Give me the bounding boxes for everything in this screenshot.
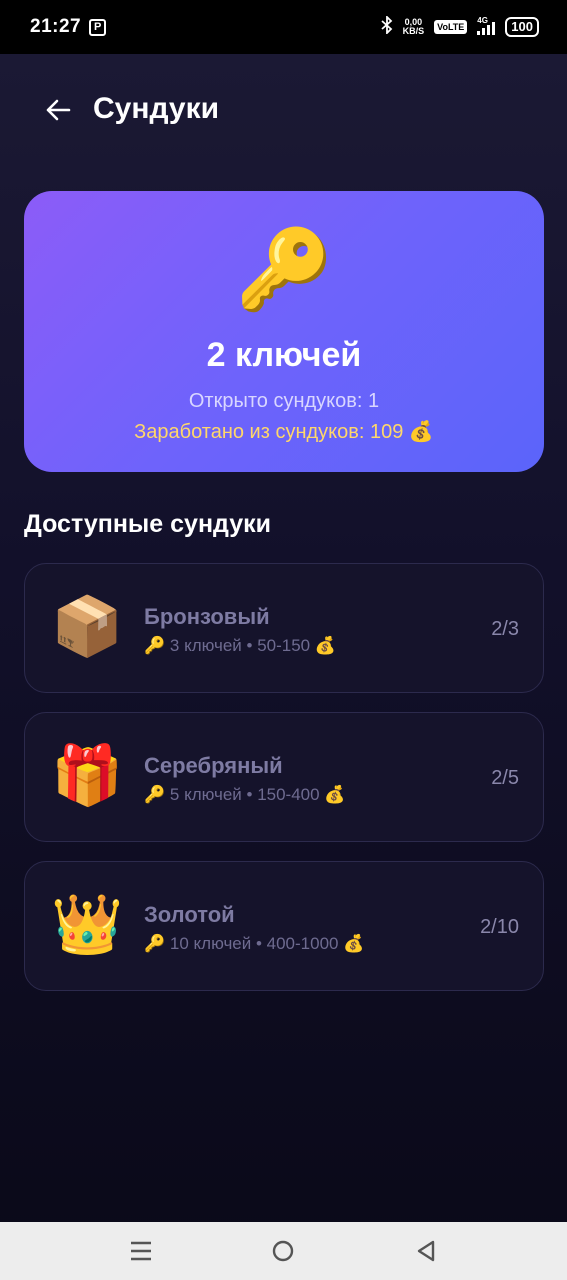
page-title: Сундуки: [93, 92, 220, 125]
net-speed: 0,00 KB/S: [403, 18, 425, 36]
back-button[interactable]: [38, 90, 78, 130]
screen: 21:27 P 0,00 KB/S VoLTE 4G 100 Сундуки 🔑…: [0, 0, 567, 1280]
battery-icon: 100: [505, 17, 539, 37]
section-title: Доступные сундуки: [24, 510, 271, 538]
chest-progress: 2/3: [491, 618, 519, 640]
status-bar: 21:27 P 0,00 KB/S VoLTE 4G 100: [0, 0, 567, 54]
nav-back-button[interactable]: [406, 1231, 446, 1271]
bluetooth-icon: [381, 14, 393, 39]
header: Сундуки: [0, 82, 567, 138]
back-triangle-icon: [417, 1240, 435, 1262]
chest-meta: 🔑 3 ключей • 50-150 💰: [144, 636, 337, 655]
system-nav-bar: [0, 1222, 567, 1280]
nav-menu-button[interactable]: [121, 1231, 161, 1271]
signal-icon: 4G: [477, 16, 496, 35]
nav-home-button[interactable]: [263, 1231, 303, 1271]
net-speed-unit: KB/S: [402, 26, 425, 36]
chest-progress: 2/5: [491, 767, 519, 789]
chest-meta: 🔑 5 ключей • 150-400 💰: [144, 785, 346, 804]
chest-progress: 2/10: [480, 916, 519, 938]
chest-name: Золотой: [144, 902, 235, 927]
chest-card-silver[interactable]: 🎁 Серебряный 🔑 5 ключей • 150-400 💰 2/5: [24, 712, 544, 842]
crown-icon: 👑: [51, 892, 124, 957]
chest-meta: 🔑 10 ключей • 400-1000 💰: [144, 934, 365, 953]
chests-earned-text: Заработано из сундуков: 109 💰: [134, 421, 434, 443]
chest-card-gold[interactable]: 👑 Золотой 🔑 10 ключей • 400-1000 💰 2/10: [24, 861, 544, 991]
chest-card-bronze[interactable]: 📦 Бронзовый 🔑 3 ключей • 50-150 💰 2/3: [24, 563, 544, 693]
home-circle-icon: [273, 1240, 294, 1262]
chests-opened-text: Открыто сундуков: 1: [188, 390, 380, 412]
chest-list: 📦 Бронзовый 🔑 3 ключей • 50-150 💰 2/3 🎁 …: [24, 563, 544, 1010]
key-icon: 🔑: [235, 225, 333, 313]
keys-count: 2 ключей: [206, 336, 362, 374]
box-icon: 📦: [51, 594, 124, 659]
status-time: 21:27: [30, 16, 82, 37]
arrow-left-icon: [46, 99, 71, 121]
menu-icon: [131, 1241, 152, 1261]
volte-badge: VoLTE: [434, 20, 468, 34]
status-right: 0,00 KB/S VoLTE 4G 100: [381, 14, 539, 39]
chest-name: Серебряный: [144, 753, 283, 778]
gift-icon: 🎁: [51, 743, 124, 808]
keys-summary-card: 🔑 2 ключей Открыто сундуков: 1 Заработан…: [24, 191, 544, 472]
chest-name: Бронзовый: [144, 604, 270, 629]
status-left: 21:27 P: [30, 16, 107, 38]
network-type: 4G: [477, 16, 488, 25]
parking-app-icon: P: [89, 18, 107, 36]
